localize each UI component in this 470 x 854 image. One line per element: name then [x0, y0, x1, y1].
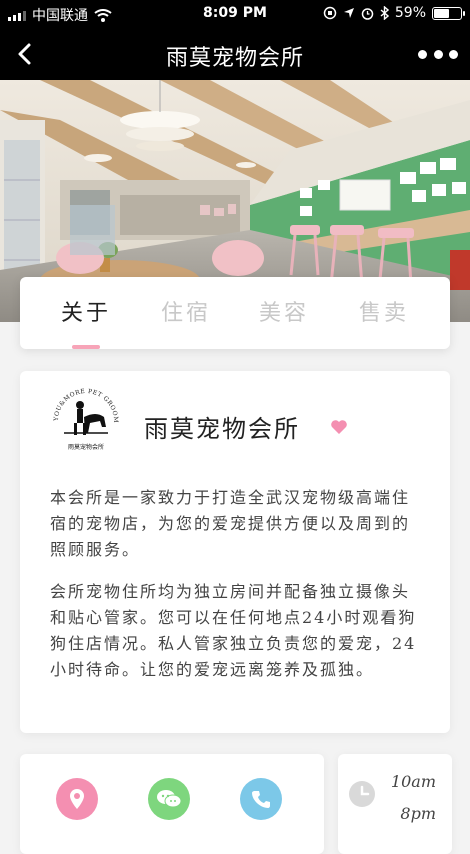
phone-button[interactable] [240, 778, 282, 820]
tab-bar: 关于 住宿 美容 售卖 [20, 277, 450, 349]
tab-about[interactable]: 关于 [46, 295, 126, 327]
bluetooth-icon [380, 6, 389, 20]
wechat-button[interactable] [148, 778, 190, 820]
intro-paragraph: 本会所是一家致力于打造全武汉宠物级高端住宿的宠物店，为您的爱宠提供方便以及周到的… [50, 488, 411, 559]
status-right: 59% [323, 5, 465, 21]
shop-name: 雨莫宠物会所 [144, 415, 300, 443]
tab-active-indicator [72, 345, 100, 349]
tab-lodging[interactable]: 住宿 [146, 295, 226, 327]
location-arrow-icon [343, 8, 354, 18]
battery-icon [432, 6, 465, 20]
location-button[interactable] [56, 778, 98, 820]
location-pin-icon [70, 789, 84, 809]
tab-grooming[interactable]: 美容 [244, 295, 324, 327]
page-title: 雨莫宠物会所 [165, 46, 304, 71]
battery-percent: 59% [394, 5, 426, 21]
more-dots-icon[interactable] [418, 42, 458, 66]
shop-logo: YOU&MORE PET GROOMING STUDIO 雨莫宠物会所 [50, 381, 119, 451]
wechat-icon [157, 790, 182, 808]
svg-text:雨莫宠物会所: 雨莫宠物会所 [68, 443, 104, 451]
closing-time: 8pm [400, 804, 436, 823]
opening-time: 10am [390, 772, 436, 791]
hours-card: 10am 8pm [338, 754, 452, 854]
heart-icon[interactable] [330, 419, 348, 435]
clock-icon [349, 781, 375, 807]
service-paragraph: 会所宠物住所均为独立房间并配备独立摄像头和贴心管家。您可以在任何地点24小时观看… [50, 582, 417, 679]
tab-sales[interactable]: 售卖 [344, 295, 424, 327]
contact-card [20, 754, 324, 854]
phone-icon [252, 791, 270, 808]
battery-level [434, 8, 449, 18]
alarm-icon [361, 7, 374, 20]
about-card: YOU&MORE PET GROOMING STUDIO 雨莫宠物会所 雨莫宠物… [20, 371, 450, 733]
rotation-lock-icon [323, 6, 337, 20]
status-bar: 中国联通 8:09 PM 59% [0, 0, 470, 28]
nav-bar: 雨莫宠物会所 [0, 28, 470, 80]
